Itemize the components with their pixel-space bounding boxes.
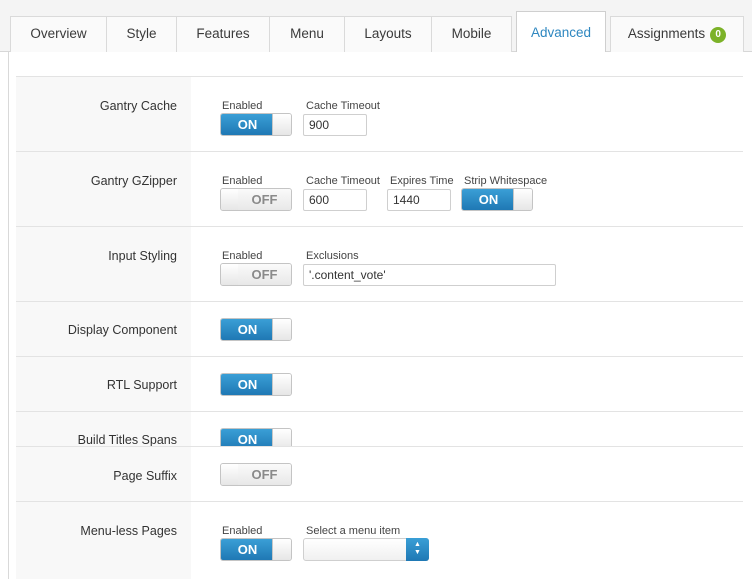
tab-assignments[interactable]: Assignments 0 <box>610 16 744 52</box>
setting-label: Display Component <box>67 323 177 337</box>
setting-row-input-styling: Input Styling Enabled OFF Exclusions <box>16 226 743 301</box>
toggle-knob <box>272 319 291 340</box>
toggle-state: ON <box>221 114 274 135</box>
tab-layouts[interactable]: Layouts <box>344 16 432 52</box>
setting-row-menu-less-pages: Menu-less Pages Enabled ON Select a menu… <box>16 501 743 579</box>
setting-row-display-component: Display Component ON <box>16 301 743 356</box>
cache-timeout-input[interactable] <box>303 114 367 136</box>
enabled-caption: Enabled <box>222 525 263 537</box>
toggle-knob <box>513 189 532 210</box>
tab-menu[interactable]: Menu <box>269 16 345 52</box>
toggle-state: ON <box>462 189 515 210</box>
row-label: Build Titles Spans <box>16 412 191 446</box>
build-titles-spans-toggle[interactable]: ON <box>220 428 292 446</box>
tab-overview[interactable]: Overview <box>10 16 107 52</box>
row-label: Display Component <box>16 302 191 356</box>
setting-label: Gantry Cache <box>99 99 177 113</box>
tab-label: Features <box>196 26 250 41</box>
setting-label: Gantry GZipper <box>90 174 177 188</box>
exclusions-caption: Exclusions <box>306 250 359 262</box>
expires-time-input[interactable] <box>387 189 451 211</box>
menu-item-select[interactable]: ▲ ▼ <box>303 538 429 561</box>
toggle-state: ON <box>221 429 274 446</box>
setting-label: Menu-less Pages <box>80 524 177 538</box>
toggle-state: OFF <box>238 264 291 285</box>
enabled-caption: Enabled <box>222 175 263 187</box>
gantry-cache-toggle[interactable]: ON <box>220 113 292 136</box>
input-styling-toggle[interactable]: OFF <box>220 263 292 286</box>
cache-timeout-caption: Cache Timeout <box>306 175 380 187</box>
tab-label: Advanced <box>530 25 592 40</box>
count-badge: 0 <box>710 27 727 43</box>
menu-less-pages-toggle[interactable]: ON <box>220 538 292 561</box>
menu-item-caption: Select a menu item <box>306 525 401 537</box>
tab-features[interactable]: Features <box>176 16 270 52</box>
toggle-knob <box>272 539 291 560</box>
toggle-state: OFF <box>238 189 291 210</box>
row-label: Gantry GZipper <box>16 152 191 226</box>
expires-time-caption: Expires Time <box>390 175 454 187</box>
setting-label: Input Styling <box>108 249 177 263</box>
setting-row-page-suffix: Page Suffix OFF <box>16 446 743 501</box>
tab-label: Overview <box>30 26 87 41</box>
row-label: Gantry Cache <box>16 77 191 151</box>
gzipper-toggle[interactable]: OFF <box>220 188 292 211</box>
setting-row-rtl-support: RTL Support ON <box>16 356 743 411</box>
strip-whitespace-caption: Strip Whitespace <box>464 175 548 187</box>
strip-whitespace-toggle[interactable]: ON <box>461 188 533 211</box>
toggle-state: ON <box>221 539 274 560</box>
tab-label: Mobile <box>451 26 492 41</box>
tab-label: Assignments <box>627 26 706 41</box>
tab-style[interactable]: Style <box>106 16 177 52</box>
setting-row-gantry-cache: Gantry Cache Enabled ON Cache Timeout <box>16 76 743 151</box>
display-component-toggle[interactable]: ON <box>220 318 292 341</box>
row-label: Menu-less Pages <box>16 502 191 579</box>
setting-label: Build Titles Spans <box>77 433 177 446</box>
exclusions-input[interactable] <box>303 264 556 286</box>
tab-label: Layouts <box>364 26 412 41</box>
rtl-support-toggle[interactable]: ON <box>220 373 292 396</box>
select-arrows-icon: ▲ ▼ <box>406 538 429 561</box>
toggle-knob <box>272 114 291 135</box>
setting-row-gantry-gzipper: Gantry GZipper Enabled OFF Cache Timeout… <box>16 151 743 226</box>
toggle-state: ON <box>221 319 274 340</box>
tab-mobile[interactable]: Mobile <box>431 16 512 52</box>
setting-label: RTL Support <box>106 378 177 392</box>
toggle-state: OFF <box>238 464 291 485</box>
enabled-caption: Enabled <box>222 250 263 262</box>
tab-advanced[interactable]: Advanced <box>516 11 606 53</box>
toggle-knob <box>272 374 291 395</box>
tab-label: Menu <box>290 26 324 41</box>
toggle-state: ON <box>221 374 274 395</box>
tab-bar: Overview Style Features Menu Layouts Mob… <box>0 0 752 53</box>
cache-timeout-caption: Cache Timeout <box>306 100 380 112</box>
row-label: RTL Support <box>16 357 191 411</box>
setting-label: Page Suffix <box>113 469 177 483</box>
tab-label: Style <box>126 26 157 41</box>
gzipper-timeout-input[interactable] <box>303 189 367 211</box>
row-label: Input Styling <box>16 227 191 301</box>
setting-row-build-titles-spans: Build Titles Spans ON <box>16 411 743 446</box>
toggle-knob <box>272 429 291 446</box>
row-label: Page Suffix <box>16 447 191 501</box>
page-suffix-toggle[interactable]: OFF <box>220 463 292 486</box>
enabled-caption: Enabled <box>222 100 263 112</box>
